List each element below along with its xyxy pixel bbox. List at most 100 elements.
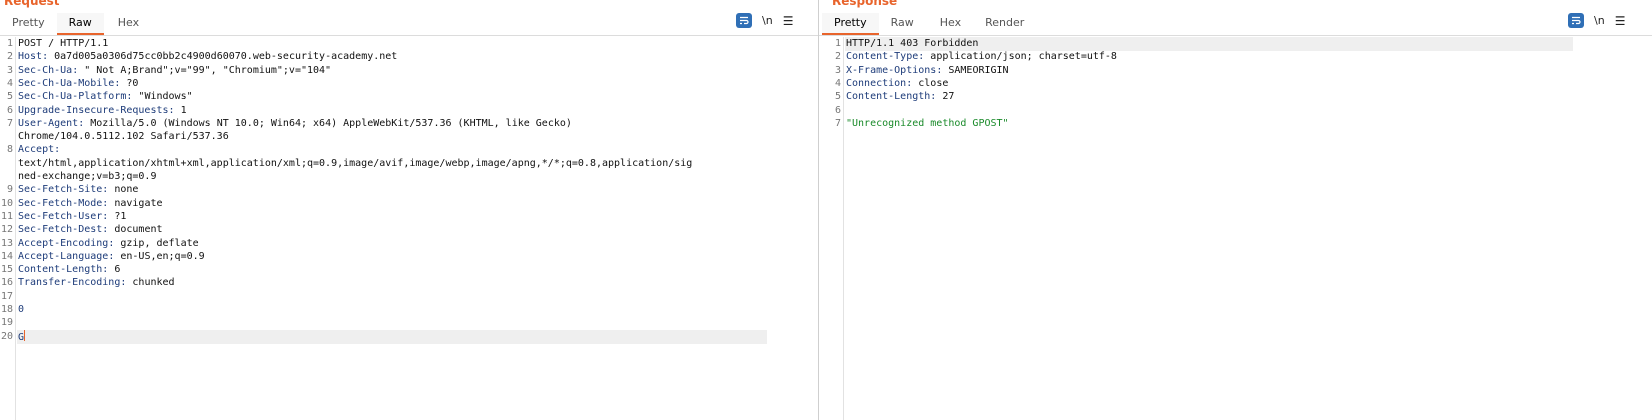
line-number: 10 (0, 197, 13, 209)
line-number: 1 (6, 38, 13, 49)
header-name: Sec-Ch-Ua (18, 64, 73, 76)
header-name: Content-Length (18, 264, 103, 276)
line-number: 17 (0, 290, 13, 302)
code-line: 18 0 (0, 303, 818, 317)
menu-icon[interactable]: ☰ (783, 14, 794, 28)
header-name: Content-Length (846, 91, 931, 103)
line-text: Sec-Ch-Ua: " Not A;Brand";v="99", "Chrom… (18, 64, 332, 76)
line-content: HTTP/1.1 403 Forbidden (846, 38, 979, 49)
header-name: Sec-Fetch-Site (18, 184, 103, 196)
line-number: 4 (834, 77, 841, 89)
header-value: close (912, 77, 949, 89)
line-number: 6 (834, 104, 841, 116)
header-name: Accept-Encoding (18, 237, 109, 249)
line-text: Accept-Language: en-US,en;q=0.9 (18, 250, 205, 262)
line-content: ned-exchange;v=b3;q=0.9 (18, 171, 157, 182)
header-value: 27 (936, 91, 955, 103)
line-number: 8 (6, 144, 13, 156)
code-line: ned-exchange;v=b3;q=0.9 (0, 170, 818, 184)
code-line: text/html,application/xhtml+xml,applicat… (0, 157, 818, 171)
code-line: 8 Accept: (0, 143, 818, 157)
code-line: 10 Sec-Fetch-Mode: navigate (0, 197, 818, 211)
header-value: application/json; charset=utf-8 (924, 51, 1117, 63)
code-line: 5 Sec-Ch-Ua-Platform: "Windows" (0, 90, 818, 104)
code-line: 1 HTTP/1.1 403 Forbidden (819, 37, 1652, 51)
line-text: Chrome/104.0.5112.102 Safari/537.36 (18, 130, 229, 144)
tab-underline (819, 35, 1652, 36)
code-line: 2 Host: 0a7d005a0306d75cc0bb2c4900d60070.… (0, 50, 818, 64)
line-number: 3 (6, 64, 13, 76)
response-tabs: Pretty Raw Hex Render (822, 13, 1036, 35)
code-line: 13 Accept-Encoding: gzip, deflate (0, 237, 818, 251)
word-wrap-icon[interactable] (736, 13, 752, 28)
line-text: User-Agent: Mozilla/5.0 (Windows NT 10.0… (18, 117, 572, 129)
newline-toggle-icon[interactable]: \n (762, 14, 773, 27)
line-text: POST / HTTP/1.1 (18, 37, 108, 51)
header-name: Content-Type (846, 51, 919, 63)
request-pane: Request Pretty Raw Hex \n ☰ 1 POST / HTTP… (0, 0, 818, 420)
request-toolbar: \n ☰ (736, 13, 793, 28)
tab-underline (0, 35, 818, 36)
response-editor[interactable]: 1 HTTP/1.1 403 Forbidden 2 Content-Type: ap… (819, 37, 1652, 420)
code-line: 11 Sec-Fetch-User: ?1 (0, 210, 818, 224)
line-number: 7 (6, 117, 13, 129)
code-line: 5 Content-Length: 27 (819, 90, 1652, 104)
tab-pretty[interactable]: Pretty (0, 13, 57, 35)
header-value: ?1 (108, 210, 127, 222)
line-text: Accept: (18, 144, 61, 156)
menu-icon[interactable]: ☰ (1615, 14, 1626, 28)
code-line: 6 Upgrade-Insecure-Requests: 1 (0, 104, 818, 118)
header-name: User-Agent (18, 117, 79, 129)
code-line: 19 (0, 316, 818, 330)
header-name: Sec-Ch-Ua-Platform (18, 91, 127, 103)
line-text: Sec-Ch-Ua-Mobile: ?0 (18, 77, 139, 89)
line-text: Content-Length: 6 (18, 264, 121, 276)
line-number: 2 (6, 51, 13, 63)
response-title: Response (832, 0, 898, 8)
tab-raw[interactable]: Raw (56, 13, 104, 35)
header-value: " Not A;Brand";v="99", "Chromium";v="104… (78, 64, 332, 76)
line-text: 0 (18, 303, 24, 317)
header-value: 6 (108, 264, 121, 276)
code-line: 14 Accept-Language: en-US,en;q=0.9 (0, 250, 818, 264)
code-line: 15 Content-Length: 6 (0, 263, 818, 277)
tab-render[interactable]: Render (973, 13, 1036, 35)
line-number: 5 (834, 91, 841, 103)
line-number: 1 (834, 38, 841, 49)
tab-hex[interactable]: Hex (926, 13, 973, 35)
header-name: Host (18, 51, 43, 63)
tab-pretty[interactable]: Pretty (822, 13, 879, 35)
header-value: navigate (108, 197, 163, 209)
line-number: 2 (834, 51, 841, 63)
word-wrap-icon[interactable] (1568, 13, 1584, 28)
line-content: 0 (18, 304, 25, 315)
response-pane: Response Pretty Raw Hex Render \n ☰ 1 HTT… (819, 0, 1652, 420)
tab-raw[interactable]: Raw (879, 13, 926, 35)
line-text: "Unrecognized method GPOST" (846, 117, 1009, 131)
header-name: Sec-Fetch-Mode (18, 197, 103, 209)
line-text: X-Frame-Options: SAMEORIGIN (846, 64, 1009, 76)
text-caret (24, 329, 26, 341)
code-line: 3 X-Frame-Options: SAMEORIGIN (819, 64, 1652, 78)
code-line: 17 (0, 290, 818, 304)
code-line: 1 POST / HTTP/1.1 (0, 37, 818, 51)
header-name: Sec-Fetch-User (18, 210, 103, 222)
line-number: 6 (6, 104, 13, 116)
request-tabs: Pretty Raw Hex (0, 13, 151, 35)
header-name: Transfer-Encoding (18, 277, 121, 289)
request-title: Request (4, 0, 60, 8)
header-name: Accept-Language (18, 250, 109, 262)
newline-toggle-icon[interactable]: \n (1594, 14, 1605, 27)
line-content: POST / HTTP/1.1 (18, 38, 109, 49)
header-name: Sec-Ch-Ua-Mobile (18, 77, 115, 89)
request-editor[interactable]: 1 POST / HTTP/1.1 2 Host: 0a7d005a0306d75cc… (0, 37, 818, 420)
code-line: 6 (819, 104, 1652, 118)
line-text: Transfer-Encoding: chunked (18, 277, 175, 289)
line-number: 9 (6, 184, 13, 196)
header-name: Accept (18, 144, 55, 156)
header-value: gzip, deflate (114, 237, 199, 249)
header-name: Sec-Fetch-Dest (18, 224, 103, 236)
tab-hex[interactable]: Hex (104, 13, 151, 35)
line-text: Sec-Fetch-Mode: navigate (18, 197, 163, 209)
code-line: 12 Sec-Fetch-Dest: document (0, 223, 818, 237)
